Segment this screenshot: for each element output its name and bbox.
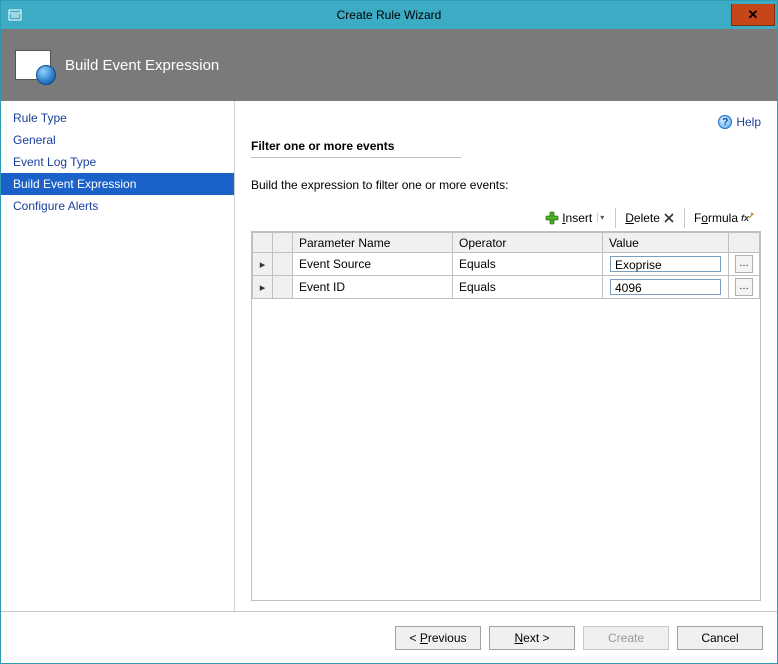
header-title: Build Event Expression [65,57,219,74]
grid-corner [253,233,273,253]
close-button[interactable]: ✕ [731,4,775,26]
wizard-main: ? Help Filter one or more events Build t… [235,101,777,611]
col-operator[interactable]: Operator [453,233,603,253]
formula-label: Formula [694,211,738,225]
header-icon [15,50,51,80]
cell-value[interactable]: 4096 [603,276,729,299]
row-expand[interactable] [273,253,293,276]
create-button: Create [583,626,669,650]
table-row[interactable]: ▸ Event ID Equals 4096 … [253,276,760,299]
wizard-header: Build Event Expression [1,29,777,101]
help-label: Help [736,115,761,129]
row-selector[interactable]: ▸ [253,253,273,276]
delete-button[interactable]: Delete [621,209,679,227]
section-subtitle: Build the expression to filter one or mo… [251,178,761,192]
sidebar-item-event-log-type[interactable]: Event Log Type [1,151,234,173]
window-title: Create Rule Wizard [1,8,777,22]
formula-button[interactable]: Formula fx [690,209,759,227]
delete-icon [663,212,675,224]
section-title: Filter one or more events [251,139,461,158]
cell-value[interactable]: Exoprise [603,253,729,276]
col-ellipsis [729,233,760,253]
toolbar-separator [615,208,616,228]
wizard-sidebar: Rule Type General Event Log Type Build E… [1,101,235,611]
insert-label: Insert [562,211,592,225]
sidebar-item-configure-alerts[interactable]: Configure Alerts [1,195,234,217]
previous-button[interactable]: < Previous [395,626,481,650]
help-row: ? Help [251,111,761,133]
wizard-window: Create Rule Wizard ✕ Build Event Express… [0,0,778,664]
value-browse-button[interactable]: … [735,278,753,296]
row-arrow-icon: ▸ [260,282,266,294]
value-input[interactable]: Exoprise [610,256,721,272]
col-parameter-name[interactable]: Parameter Name [293,233,453,253]
sidebar-item-general[interactable]: General [1,129,234,151]
wizard-body: Rule Type General Event Log Type Build E… [1,101,777,611]
app-icon [7,7,23,23]
grid-corner [273,233,293,253]
insert-button[interactable]: Insert ▾ [541,209,610,227]
sidebar-item-build-event-expression[interactable]: Build Event Expression [1,173,234,195]
row-arrow-icon: ▸ [260,259,266,271]
next-button[interactable]: Next > [489,626,575,650]
help-icon: ? [718,115,732,129]
value-browse-button[interactable]: … [735,255,753,273]
toolbar-separator [684,208,685,228]
value-input[interactable]: 4096 [610,279,721,295]
wizard-footer: < Previous Next > Create Cancel [1,611,777,663]
titlebar: Create Rule Wizard ✕ [1,1,777,29]
col-value[interactable]: Value [603,233,729,253]
row-expand[interactable] [273,276,293,299]
table-row[interactable]: ▸ Event Source Equals Exoprise … [253,253,760,276]
cell-operator[interactable]: Equals [453,276,603,299]
cell-operator[interactable]: Equals [453,253,603,276]
cancel-button[interactable]: Cancel [677,626,763,650]
help-link[interactable]: ? Help [718,115,761,129]
cell-parameter-name[interactable]: Event Source [293,253,453,276]
grid-toolbar: Insert ▾ Delete Formula fx [251,206,761,232]
grid-header-row: Parameter Name Operator Value [253,233,760,253]
insert-dropdown-icon[interactable]: ▾ [597,213,606,222]
sidebar-item-rule-type[interactable]: Rule Type [1,107,234,129]
formula-icon: fx [741,211,755,225]
plus-icon [545,211,559,225]
svg-text:fx: fx [741,213,750,223]
grid-empty-area [252,299,760,601]
delete-label: Delete [625,211,660,225]
expression-grid: Parameter Name Operator Value ▸ Event So… [251,232,761,601]
close-icon: ✕ [748,7,759,23]
row-selector[interactable]: ▸ [253,276,273,299]
cell-parameter-name[interactable]: Event ID [293,276,453,299]
